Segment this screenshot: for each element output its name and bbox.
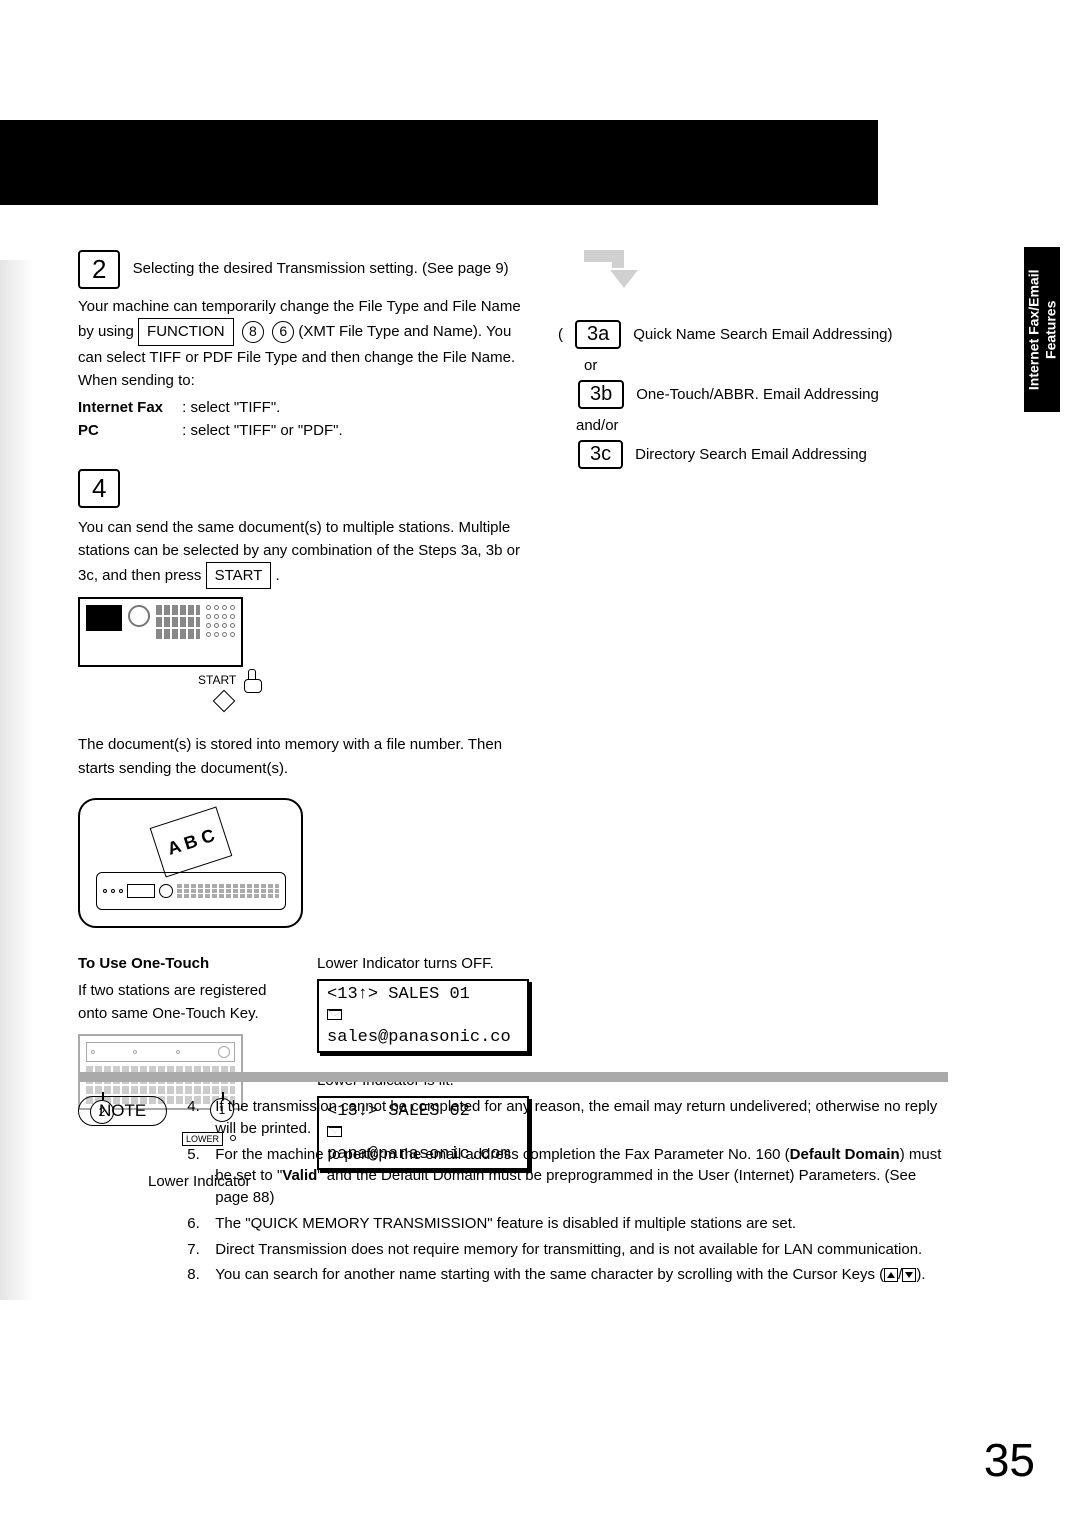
note-item: 8.You can search for another name starti… (187, 1264, 948, 1286)
note-item: 7.Direct Transmission does not require m… (187, 1239, 948, 1261)
header-black-band (0, 120, 878, 205)
note-item: 4.If the transmission cannot be complete… (187, 1096, 948, 1140)
pc-label: PC (78, 422, 99, 439)
step-3b-text: One-Touch/ABBR. Email Addressing (636, 386, 879, 403)
step-3c-text: Directory Search Email Addressing (635, 446, 867, 463)
note-section: NOTE 4.If the transmission cannot be com… (78, 1072, 948, 1290)
main-content: 2 Selecting the desired Transmission set… (78, 250, 948, 1193)
tab-line1: Internet Fax/Email (1025, 269, 1041, 390)
hand-pointer-icon (242, 669, 262, 691)
right-column: ( 3a Quick Name Search Email Addressing)… (558, 250, 948, 477)
pc-value: : select "TIFF" or "PDF". (182, 422, 342, 439)
step-4-number: 4 (78, 469, 120, 508)
step-3c-number: 3c (578, 440, 623, 469)
internet-fax-value: : select "TIFF". (182, 399, 280, 416)
step-4-body: You can send the same document(s) to mul… (78, 516, 533, 590)
lcd-display-1: <13↑> SALES 01 sales@panasonic.co (317, 979, 529, 1053)
step-3a-text: Quick Name Search Email Addressing) (633, 326, 892, 343)
step-2: 2 Selecting the desired Transmission set… (78, 250, 533, 443)
note-badge: NOTE (78, 1096, 167, 1126)
one-touch-desc: If two stations are registered onto same… (78, 979, 289, 1026)
one-touch-title: To Use One-Touch (78, 952, 289, 975)
cursor-down-icon (902, 1268, 916, 1282)
digit-8-icon: 8 (242, 321, 264, 343)
note-item: 6.The "QUICK MEMORY TRANSMISSION" featur… (187, 1213, 948, 1235)
chapter-tab: Internet Fax/Email Features (1024, 247, 1060, 412)
step-3b-number: 3b (578, 380, 624, 409)
note-divider (78, 1072, 948, 1082)
start-button-callout: START (198, 669, 533, 691)
sep-or: or (584, 357, 948, 374)
internet-fax-label: Internet Fax (78, 399, 163, 416)
document-feed-illustration: A B C (78, 798, 303, 928)
left-column: 2 Selecting the desired Transmission set… (78, 250, 533, 1193)
function-key: FUNCTION (138, 318, 234, 345)
step-2-body: Your machine can temporarily change the … (78, 295, 533, 392)
digit-6-icon: 6 (272, 321, 294, 343)
note-item: 5.For the machine to perform the email a… (187, 1144, 948, 1209)
page-number: 35 (984, 1433, 1035, 1487)
tab-line2: Features (1042, 300, 1058, 358)
step-4-result: The document(s) is stored into memory wi… (78, 733, 533, 780)
step-2-title: Selecting the desired Transmission setti… (133, 260, 509, 277)
note-list: 4.If the transmission cannot be complete… (187, 1096, 948, 1290)
envelope-icon (327, 1009, 342, 1020)
sep-andor: and/or (576, 417, 948, 434)
step-2-number: 2 (78, 250, 120, 289)
start-key: START (206, 562, 272, 589)
start-diamond-icon (213, 690, 236, 713)
page-gutter (0, 260, 34, 1300)
indicator-off-label: Lower Indicator turns OFF. (317, 952, 533, 975)
fax-panel-illustration (78, 597, 243, 667)
step-3a-number: 3a (575, 320, 621, 349)
flow-arrow-icon (584, 250, 644, 320)
cursor-up-icon (884, 1268, 898, 1282)
